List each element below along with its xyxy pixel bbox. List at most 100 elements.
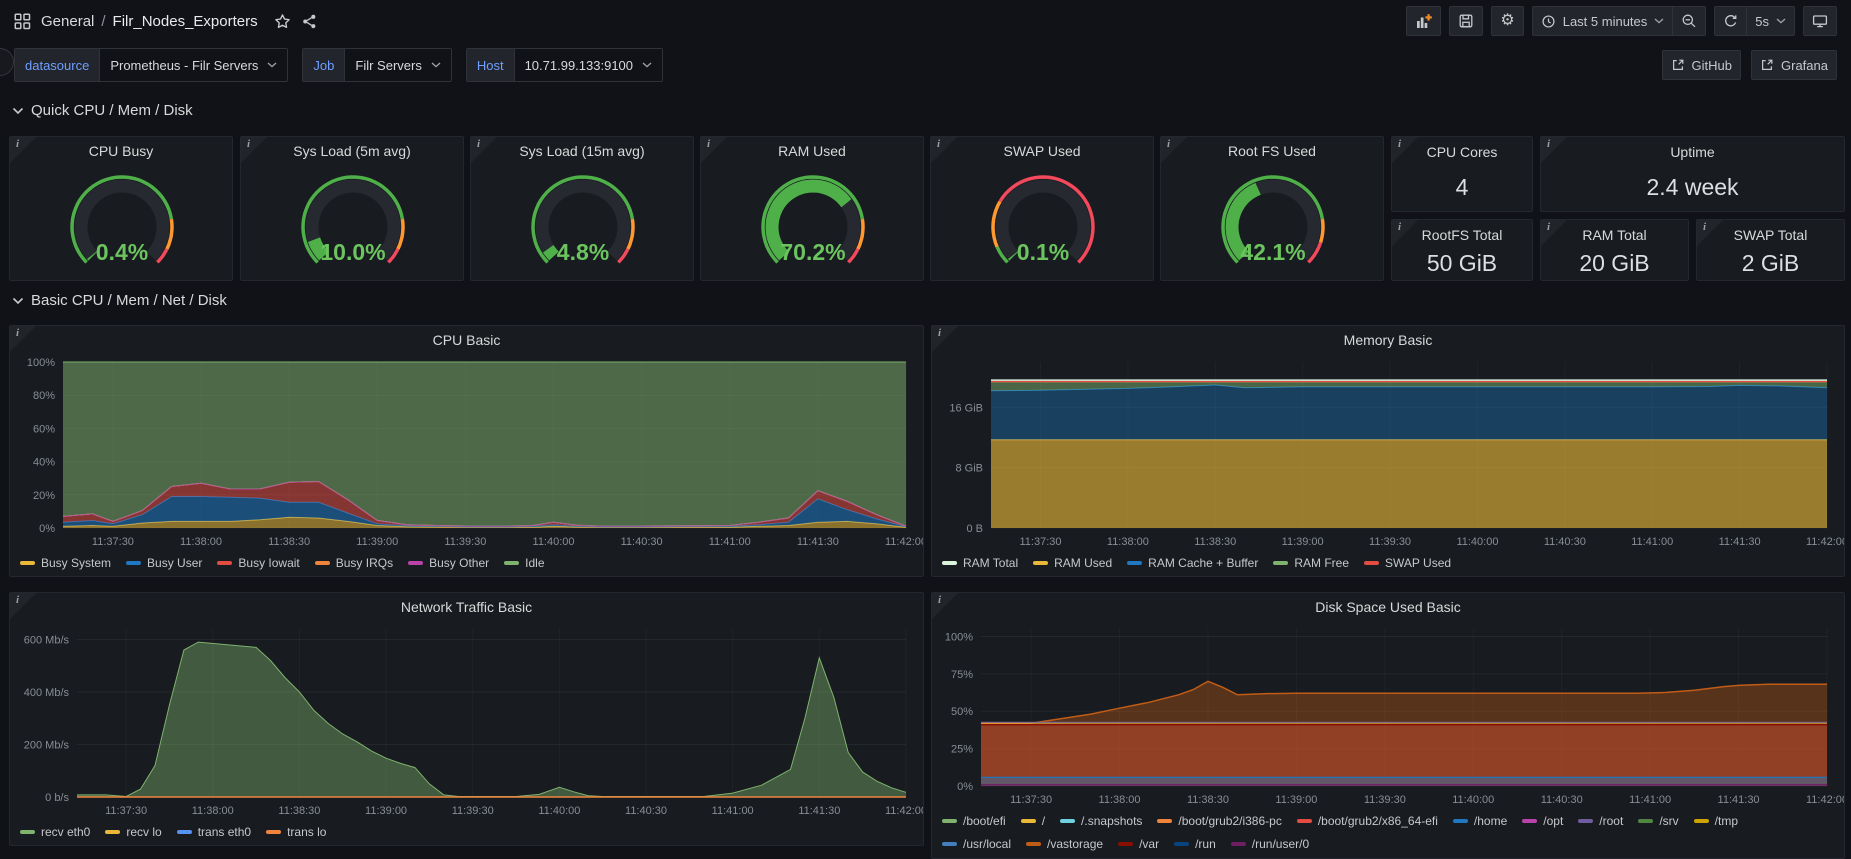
legend-item-vastorage[interactable]: /vastorage: [1026, 833, 1103, 854]
panel-info-corner[interactable]: [1392, 220, 1418, 246]
legend-item-ram-used[interactable]: RAM Used: [1033, 552, 1112, 573]
legend-item-ram-free[interactable]: RAM Free: [1273, 552, 1349, 573]
chart-plot-network-traffic-basic[interactable]: 11:37:3011:38:0011:38:3011:39:0011:39:30…: [13, 621, 920, 821]
chart-plot-disk-space-used-basic[interactable]: 11:37:3011:38:0011:38:3011:39:0011:39:30…: [935, 621, 1841, 810]
legend-swatch: [504, 561, 519, 565]
panel-info-corner[interactable]: [1541, 220, 1567, 246]
gauge-root-fs-used: 42.1%: [1161, 165, 1384, 279]
legend-item-swap-used[interactable]: SWAP Used: [1364, 552, 1451, 573]
legend-swatch: [1694, 819, 1709, 823]
legend-item-boot-efi[interactable]: /boot/efi: [942, 810, 1006, 831]
svg-text:0%: 0%: [39, 523, 55, 535]
panel-title[interactable]: RAM Used: [701, 137, 923, 165]
svg-text:11:40:30: 11:40:30: [1541, 794, 1583, 806]
svg-text:60%: 60%: [33, 423, 55, 435]
legend-item-srv[interactable]: /srv: [1638, 810, 1678, 831]
info-icon: i: [1167, 138, 1170, 150]
gauge-value: 70.2%: [780, 239, 845, 265]
panel-title[interactable]: Sys Load (5m avg): [241, 137, 463, 165]
panel-title[interactable]: CPU Basic: [10, 326, 923, 354]
legend-label: /.snapshots: [1081, 814, 1142, 828]
legend-item-idle[interactable]: Idle: [504, 552, 544, 573]
gauge-cpu-busy: 0.4%: [10, 165, 233, 279]
svg-text:0 B: 0 B: [966, 523, 983, 535]
legend-swatch: [1453, 819, 1468, 823]
legend-swatch: [942, 819, 957, 823]
panel-info-corner[interactable]: [10, 593, 36, 619]
legend-item-boot-grub2-i386-pc[interactable]: /boot/grub2/i386-pc: [1157, 810, 1281, 831]
legend-swatch: [408, 561, 423, 565]
svg-text:11:40:30: 11:40:30: [1544, 536, 1586, 548]
legend-swatch: [1638, 819, 1653, 823]
panel-info-corner[interactable]: [1161, 137, 1187, 163]
legend-item-home[interactable]: /home: [1453, 810, 1507, 831]
svg-text:11:40:30: 11:40:30: [621, 536, 663, 548]
legend-item-usr-local[interactable]: /usr/local: [942, 833, 1011, 854]
legend-item-busy-irqs[interactable]: Busy IRQs: [315, 552, 393, 573]
info-icon: i: [938, 594, 941, 606]
svg-text:11:40:00: 11:40:00: [533, 536, 575, 548]
stat-body: 20 GiB: [1541, 246, 1688, 280]
legend-item-busy-other[interactable]: Busy Other: [408, 552, 489, 573]
legend-item-root[interactable]: /root: [1578, 810, 1623, 831]
legend-item-boot-grub2-x86-64-efi[interactable]: /boot/grub2/x86_64-efi: [1297, 810, 1438, 831]
panel-title[interactable]: Uptime: [1541, 137, 1844, 163]
panel-info-corner[interactable]: [1392, 137, 1418, 163]
legend-item-ram-total[interactable]: RAM Total: [942, 552, 1018, 573]
gauge-value: 0.1%: [1017, 239, 1069, 265]
panel-title[interactable]: Network Traffic Basic: [10, 593, 923, 621]
chart-legend: recv eth0 recv lo trans eth0 trans lo: [10, 821, 923, 842]
panel-info-corner[interactable]: [701, 137, 727, 163]
legend-swatch: [942, 842, 957, 846]
legend-item-recv-eth0[interactable]: recv eth0: [20, 821, 90, 842]
svg-text:11:37:30: 11:37:30: [105, 805, 147, 817]
svg-text:11:39:00: 11:39:00: [1282, 536, 1324, 548]
legend-item-busy-user[interactable]: Busy User: [126, 552, 202, 573]
legend-label: /vastorage: [1047, 837, 1103, 851]
panel-title[interactable]: Memory Basic: [932, 326, 1844, 354]
chart-plot-memory-basic[interactable]: 11:37:3011:38:0011:38:3011:39:0011:39:30…: [935, 354, 1841, 552]
panel-info-corner[interactable]: [1697, 220, 1723, 246]
panel-title[interactable]: CPU Busy: [10, 137, 232, 165]
legend-item-busy-iowait[interactable]: Busy Iowait: [217, 552, 299, 573]
legend-item-[interactable]: /: [1021, 810, 1045, 831]
legend-item-busy-system[interactable]: Busy System: [20, 552, 111, 573]
svg-text:11:41:00: 11:41:00: [1629, 794, 1671, 806]
svg-text:50%: 50%: [951, 706, 973, 718]
legend-item-recv-lo[interactable]: recv lo: [105, 821, 161, 842]
legend-item-opt[interactable]: /opt: [1522, 810, 1563, 831]
legend-item-run[interactable]: /run: [1174, 833, 1216, 854]
legend-item-trans-eth0[interactable]: trans eth0: [177, 821, 251, 842]
info-icon: i: [938, 327, 941, 339]
legend-item-trans-lo[interactable]: trans lo: [266, 821, 326, 842]
info-icon: i: [16, 327, 19, 339]
legend-item-tmp[interactable]: /tmp: [1694, 810, 1738, 831]
svg-text:0 b/s: 0 b/s: [45, 792, 69, 804]
panel-title[interactable]: Root FS Used: [1161, 137, 1383, 165]
chart-panel-network-traffic-basic: iNetwork Traffic Basic11:37:3011:38:0011…: [9, 592, 924, 846]
svg-text:11:39:00: 11:39:00: [365, 805, 407, 817]
legend-item-snapshots[interactable]: /.snapshots: [1060, 810, 1142, 831]
panel-info-corner[interactable]: [932, 593, 958, 619]
svg-text:75%: 75%: [951, 669, 973, 681]
svg-text:11:39:30: 11:39:30: [1369, 536, 1411, 548]
legend-item-var[interactable]: /var: [1118, 833, 1159, 854]
panel-info-corner[interactable]: [1541, 137, 1567, 163]
legend-swatch: [1231, 842, 1246, 846]
panel-info-corner[interactable]: [10, 137, 36, 163]
svg-text:11:39:00: 11:39:00: [1275, 794, 1317, 806]
panel-info-corner[interactable]: [241, 137, 267, 163]
svg-text:11:40:00: 11:40:00: [1456, 536, 1498, 548]
legend-item-run-user-0[interactable]: /run/user/0: [1231, 833, 1309, 854]
panel-title[interactable]: SWAP Used: [931, 137, 1153, 165]
panel-title[interactable]: Disk Space Used Basic: [932, 593, 1844, 621]
panel-info-corner[interactable]: [10, 326, 36, 352]
legend-item-ram-cache-buffer[interactable]: RAM Cache + Buffer: [1127, 552, 1258, 573]
chart-plot-cpu-basic[interactable]: 11:37:3011:38:0011:38:3011:39:0011:39:30…: [13, 354, 920, 552]
panel-title[interactable]: Sys Load (15m avg): [471, 137, 693, 165]
gauge-sys-load-15m-avg: 4.8%: [471, 165, 694, 279]
stat-value: 2 GiB: [1742, 250, 1800, 277]
panel-info-corner[interactable]: [931, 137, 957, 163]
panel-info-corner[interactable]: [932, 326, 958, 352]
panel-info-corner[interactable]: [471, 137, 497, 163]
